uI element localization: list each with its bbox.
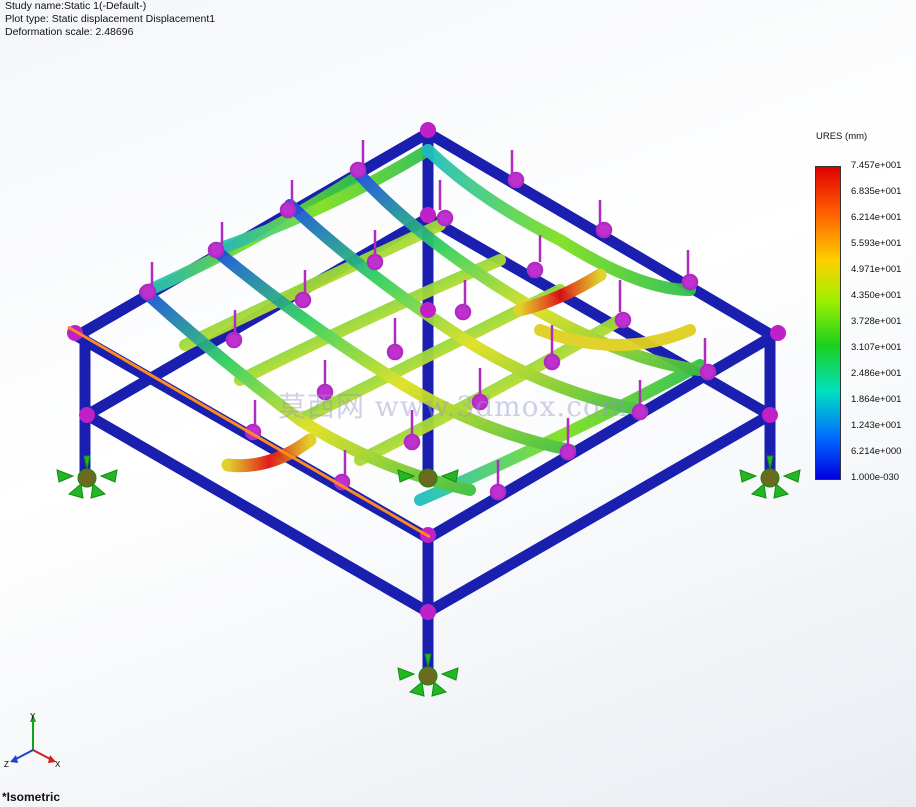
- legend-labels: 7.457e+001 6.835e+001 6.214e+001 5.593e+…: [851, 158, 901, 496]
- z-label: Z: [4, 760, 9, 769]
- legend-label: 2.486e+001: [851, 368, 902, 379]
- legend-label: 3.107e+001: [851, 342, 902, 353]
- orientation-triad[interactable]: Y X Z: [0, 710, 70, 780]
- legend-label: 6.835e+001: [851, 186, 902, 197]
- legend-label: 6.214e+001: [851, 212, 902, 223]
- legend-label: 1.243e+001: [851, 420, 902, 431]
- y-label: Y: [30, 712, 36, 721]
- legend-label: 3.728e+001: [851, 316, 902, 327]
- legend-color-bar: [815, 166, 841, 480]
- view-orientation-label: *Isometric: [2, 790, 61, 804]
- legend-label: 1.864e+001: [851, 394, 902, 405]
- x-label: X: [55, 760, 61, 769]
- legend-label: 4.971e+001: [851, 264, 902, 275]
- legend-label: 4.350e+001: [851, 290, 902, 301]
- legend-label: 6.214e+000: [851, 446, 902, 457]
- legend-label: 5.593e+001: [851, 238, 902, 249]
- legend-title: URES (mm): [816, 131, 868, 142]
- watermark-text: 莫西网 www.3dmox.com: [278, 390, 629, 423]
- legend-label: 1.000e-030: [851, 472, 900, 483]
- legend-label: 7.457e+001: [851, 160, 902, 171]
